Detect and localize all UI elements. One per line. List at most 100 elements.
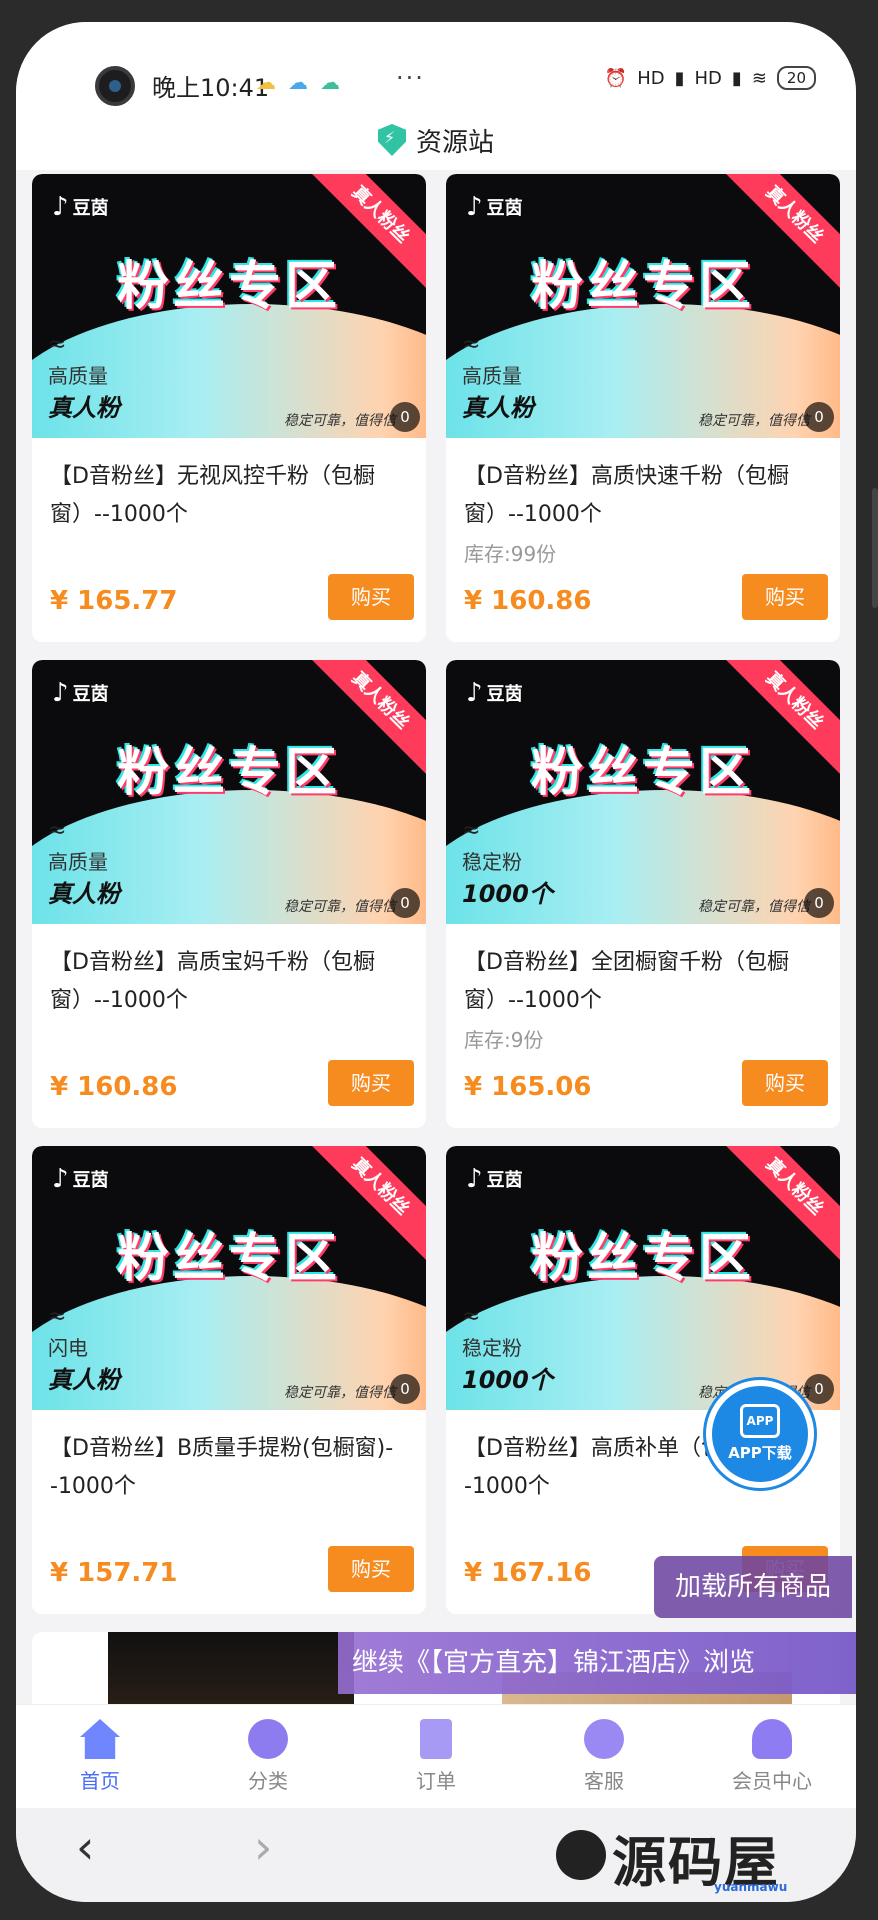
- battery-indicator: 20: [776, 66, 816, 90]
- product-stock: 库存:99份: [464, 542, 557, 566]
- browser-nav-bar: ‹ › 源码屋 yuanmawu: [16, 1808, 856, 1902]
- tab-member[interactable]: 会员中心: [688, 1705, 856, 1808]
- user-icon: [752, 1719, 792, 1759]
- banner-tag-small: 高质量: [462, 364, 522, 388]
- wave-icon: ≈: [462, 332, 481, 357]
- buy-button[interactable]: 购买: [328, 574, 414, 620]
- alarm-icon: ⏰: [604, 67, 628, 89]
- forward-button[interactable]: ›: [254, 1820, 272, 1874]
- category-icon: [248, 1719, 288, 1759]
- product-banner: ♪ 豆茵 粉丝专区 真人粉丝 ≈ 高质量 真人粉 稳定可靠，值得信 0: [32, 660, 426, 924]
- brand-name: 豆茵: [72, 198, 109, 219]
- banner-headline: 粉丝专区: [530, 257, 755, 317]
- product-banner: ♪ 豆茵 粉丝专区 真人粉丝 ≈ 稳定粉 1000个 稳定可靠，值得信 0: [446, 1146, 840, 1410]
- continue-browsing-bar[interactable]: 继续《【官方直充】锦江酒店》浏览: [338, 1632, 856, 1694]
- product-card[interactable]: ♪ 豆茵 粉丝专区 真人粉丝 ≈ 稳定粉 1000个 稳定可靠，值得信 0 【D…: [446, 1146, 840, 1614]
- product-price: ¥ 160.86: [464, 586, 592, 616]
- banner-slogan: 稳定可靠，值得信: [698, 413, 810, 429]
- back-button[interactable]: ‹: [76, 1820, 94, 1874]
- page-title: 资源站: [415, 127, 494, 158]
- music-note-icon: ♪: [52, 1164, 69, 1194]
- product-banner: ♪ 豆茵 粉丝专区 真人粉丝 ≈ 高质量 真人粉 稳定可靠，值得信 0: [32, 174, 426, 438]
- bottom-tab-bar: 首页 分类 订单 客服 会员中心: [16, 1704, 856, 1808]
- product-card[interactable]: ♪ 豆茵 粉丝专区 真人粉丝 ≈ 闪电 真人粉 稳定可靠，值得信 0 【D音粉丝…: [32, 1146, 426, 1614]
- music-note-icon: ♪: [466, 192, 483, 222]
- signal-hd-2: HD: [694, 67, 722, 89]
- counter-badge: 0: [390, 1374, 420, 1404]
- buy-button[interactable]: 购买: [328, 1060, 414, 1106]
- banner-tag-bold: 1000个: [462, 1366, 553, 1394]
- side-button: [872, 488, 878, 608]
- product-price: ¥ 160.86: [50, 1072, 178, 1102]
- banner-slogan: 稳定可靠，值得信: [284, 1385, 396, 1401]
- tab-category[interactable]: 分类: [184, 1705, 352, 1808]
- product-name: 【D音粉丝】全团橱窗千粉（包橱窗）--1000个: [464, 950, 789, 1013]
- app-header: 资源站: [16, 110, 856, 170]
- product-banner: ♪ 豆茵 粉丝专区 真人粉丝 ≈ 稳定粉 1000个 稳定可靠，值得信 0: [446, 660, 840, 924]
- watermark-logo-icon: [556, 1830, 606, 1880]
- product-price: ¥ 157.71: [50, 1558, 178, 1588]
- phone-icon: APP: [740, 1404, 780, 1438]
- product-price: ¥ 167.16: [464, 1558, 592, 1588]
- banner-tag-small: 高质量: [48, 364, 108, 388]
- watermark-subtext: yuanmawu: [714, 1880, 788, 1894]
- product-card[interactable]: ♪ 豆茵 粉丝专区 真人粉丝 ≈ 高质量 真人粉 稳定可靠，值得信 0 【D音粉…: [32, 660, 426, 1128]
- tab-orders[interactable]: 订单: [352, 1705, 520, 1808]
- banner-headline: 粉丝专区: [116, 257, 341, 317]
- app-download-button[interactable]: APP APP下载: [706, 1380, 814, 1488]
- brand-name: 豆茵: [72, 684, 109, 705]
- product-card[interactable]: ♪ 豆茵 粉丝专区 真人粉丝 ≈ 高质量 真人粉 稳定可靠，值得信 0 【D音粉…: [32, 174, 426, 642]
- product-name: 【D音粉丝】B质量手提粉(包橱窗)--1000个: [50, 1436, 394, 1499]
- banner-headline: 粉丝专区: [530, 743, 755, 803]
- phone-frame: 晚上10:41 ☁ ☁ ☁ ··· ⏰ HD ▮ HD ▮ ≋ 20 资源站: [0, 0, 878, 1920]
- status-bar: 晚上10:41 ☁ ☁ ☁ ··· ⏰ HD ▮ HD ▮ ≋ 20: [16, 22, 856, 110]
- brand-name: 豆茵: [72, 1170, 109, 1191]
- signal-icon: ▮: [731, 67, 742, 89]
- product-name: 【D音粉丝】高质快速千粉（包橱窗）--1000个: [464, 464, 789, 527]
- tab-label: 订单: [416, 1769, 456, 1793]
- product-name: 【D音粉丝】高质宝妈千粉（包橱窗）--1000个: [50, 950, 375, 1013]
- product-price: ¥ 165.06: [464, 1072, 592, 1102]
- status-icons: ⏰ HD ▮ HD ▮ ≋ 20: [605, 66, 816, 90]
- product-banner: ♪ 豆茵 粉丝专区 真人粉丝 ≈ 高质量 真人粉 稳定可靠，值得信 0: [446, 174, 840, 438]
- brand-name: 豆茵: [486, 1170, 523, 1191]
- load-all-button[interactable]: 加载所有商品: [654, 1556, 852, 1618]
- status-time: 晚上10:41: [152, 74, 270, 102]
- wave-icon: ≈: [462, 1304, 481, 1329]
- tab-home[interactable]: 首页: [16, 1705, 184, 1808]
- counter-badge: 0: [390, 402, 420, 432]
- banner-tag-bold: 真人粉: [48, 1366, 120, 1394]
- music-note-icon: ♪: [52, 678, 69, 708]
- camera-cutout: [95, 66, 135, 106]
- tab-label: 会员中心: [732, 1769, 812, 1793]
- buy-button[interactable]: 购买: [742, 1060, 828, 1106]
- leaf-icon: ☁: [320, 70, 340, 94]
- brand-logo: ♪ 豆茵: [52, 678, 109, 708]
- home-icon: [80, 1719, 120, 1759]
- banner-tag-bold: 真人粉: [48, 394, 120, 422]
- tab-service[interactable]: 客服: [520, 1705, 688, 1808]
- brand-logo: ♪ 豆茵: [52, 192, 109, 222]
- tab-label: 客服: [584, 1769, 624, 1793]
- banner-tag-bold: 真人粉: [462, 394, 534, 422]
- wave-icon: ≈: [48, 1304, 67, 1329]
- wave-icon: ≈: [462, 818, 481, 843]
- more-dots: ···: [396, 64, 425, 92]
- product-card[interactable]: ♪ 豆茵 粉丝专区 真人粉丝 ≈ 高质量 真人粉 稳定可靠，值得信 0 【D音粉…: [446, 174, 840, 642]
- weather-icon: ☁: [256, 70, 276, 94]
- buy-button[interactable]: 购买: [328, 1546, 414, 1592]
- tab-label: 首页: [80, 1769, 120, 1793]
- banner-tag-small: 稳定粉: [462, 850, 522, 874]
- wave-icon: ≈: [48, 332, 67, 357]
- tab-label: 分类: [248, 1769, 288, 1793]
- brand-logo: ♪ 豆茵: [466, 1164, 523, 1194]
- product-card[interactable]: ♪ 豆茵 粉丝专区 真人粉丝 ≈ 稳定粉 1000个 稳定可靠，值得信 0 【D…: [446, 660, 840, 1128]
- brand-logo: ♪ 豆茵: [466, 192, 523, 222]
- product-banner: ♪ 豆茵 粉丝专区 真人粉丝 ≈ 闪电 真人粉 稳定可靠，值得信 0: [32, 1146, 426, 1410]
- wave-icon: ≈: [48, 818, 67, 843]
- banner-slogan: 稳定可靠，值得信: [284, 413, 396, 429]
- buy-button[interactable]: 购买: [742, 574, 828, 620]
- cloud-icon: ☁: [288, 70, 308, 94]
- brand-logo: ♪ 豆茵: [466, 678, 523, 708]
- product-price: ¥ 165.77: [50, 586, 178, 616]
